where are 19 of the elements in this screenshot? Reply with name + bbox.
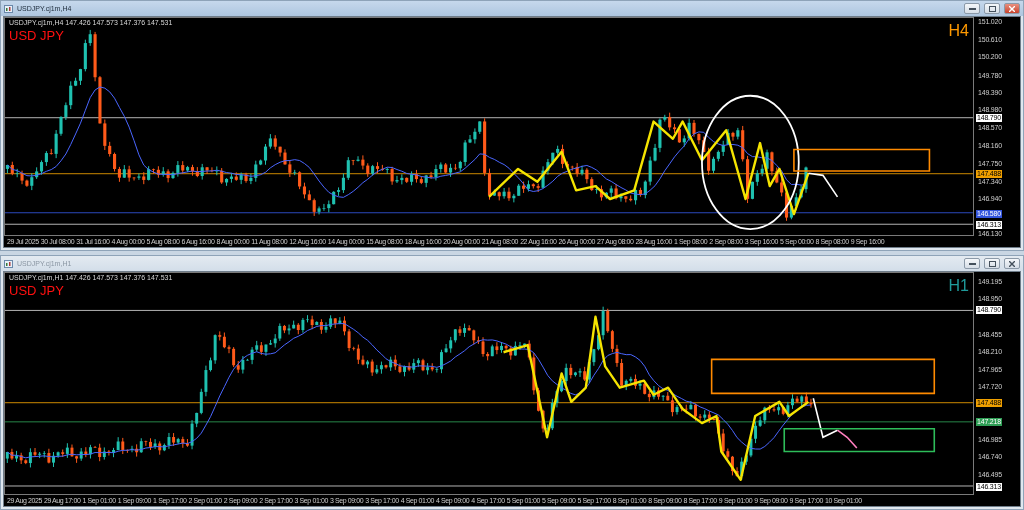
timeframe-label: H1: [948, 277, 969, 295]
chart-window-icon: [4, 4, 13, 13]
restore-button[interactable]: [984, 258, 1000, 269]
symbol-label: USD JPY: [9, 283, 64, 298]
restore-icon: [988, 5, 996, 12]
timeframe-label: H4: [948, 22, 969, 40]
chart-window-icon: [4, 259, 13, 268]
close-icon: [1009, 5, 1015, 12]
close-button[interactable]: [1004, 3, 1020, 14]
minimize-button[interactable]: [964, 258, 980, 269]
minimize-icon: [968, 7, 976, 10]
forecast-line: [807, 172, 839, 198]
symbol-label: USD JPY: [9, 28, 64, 43]
restore-icon: [988, 260, 996, 267]
close-icon: [1009, 260, 1015, 267]
close-button[interactable]: [1004, 258, 1020, 269]
minimize-icon: [968, 262, 976, 265]
minimize-button[interactable]: [964, 3, 980, 14]
restore-button[interactable]: [984, 3, 1000, 14]
